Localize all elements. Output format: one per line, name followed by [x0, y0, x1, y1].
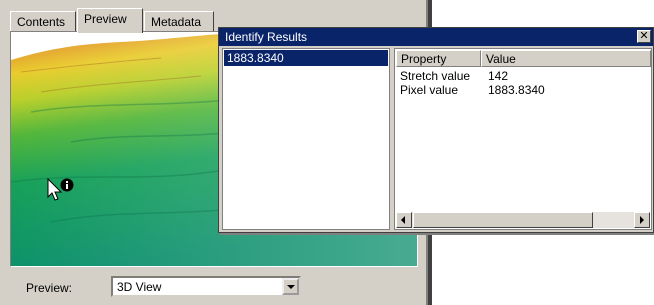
identify-cursor-icon: [46, 177, 76, 203]
scrollbar-thumb[interactable]: [413, 212, 593, 228]
column-header-value[interactable]: Value: [481, 50, 651, 67]
column-header-property[interactable]: Property: [396, 50, 481, 67]
results-list[interactable]: 1883.8340: [222, 48, 390, 230]
tab-metadata[interactable]: Metadata: [144, 11, 214, 32]
table-cell-property: Pixel value: [400, 83, 459, 97]
window-titlebar[interactable]: Identify Results ✕: [219, 28, 653, 46]
table-cell-value: 142: [488, 69, 509, 83]
list-item[interactable]: 1883.8340: [224, 50, 388, 66]
preview-select-value: 3D View: [117, 280, 162, 294]
scroll-left-icon[interactable]: [396, 212, 412, 228]
identify-results-window: Identify Results ✕ 1883.8340 Property Va…: [218, 27, 654, 233]
properties-table: Property Value Stretch value 142 Pixel v…: [394, 48, 652, 230]
preview-select[interactable]: 3D View: [111, 276, 301, 297]
close-icon[interactable]: ✕: [637, 30, 651, 43]
table-cell-value: 1883.8340: [488, 83, 545, 97]
horizontal-scrollbar[interactable]: [396, 212, 650, 228]
chevron-down-icon[interactable]: [282, 278, 299, 295]
window-title: Identify Results: [225, 30, 308, 44]
preview-label: Preview:: [26, 281, 73, 295]
tab-preview[interactable]: Preview: [77, 8, 143, 33]
table-cell-property: Stretch value: [400, 69, 471, 83]
tab-contents[interactable]: Contents: [10, 11, 76, 32]
scroll-right-icon[interactable]: [634, 212, 650, 228]
